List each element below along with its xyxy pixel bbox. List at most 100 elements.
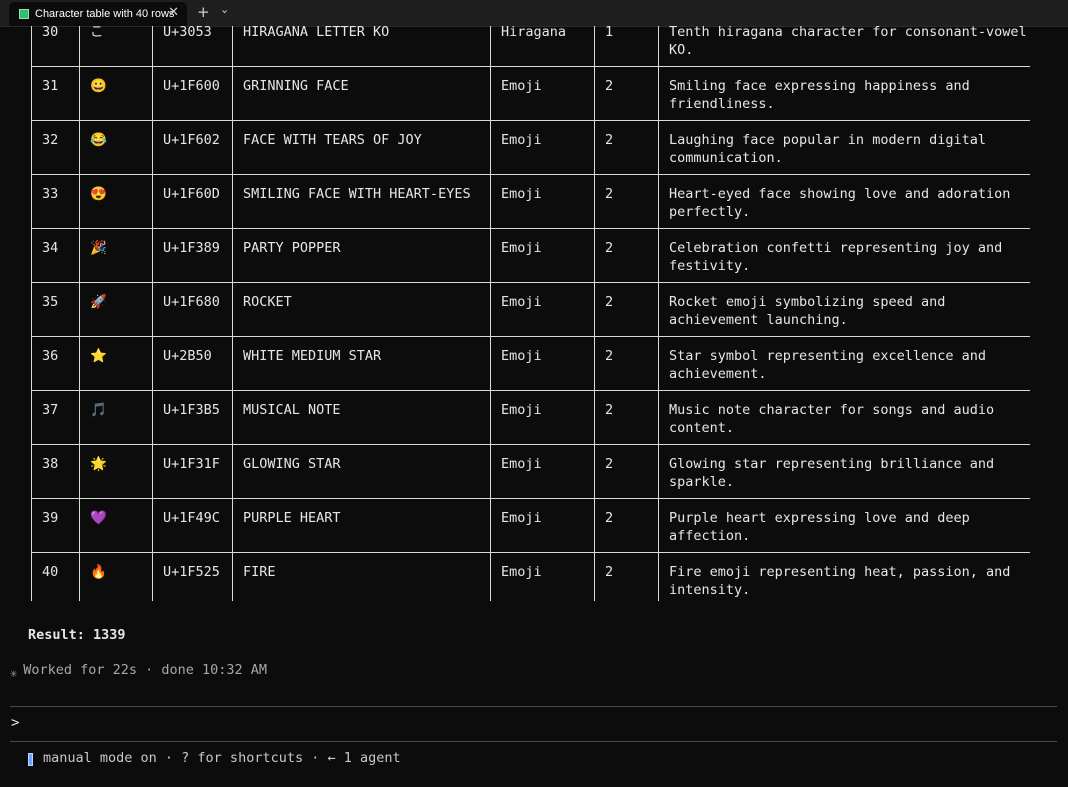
row-number-cell: 31 (31, 66, 80, 121)
table-row: 32 😂 U+1F602 FACE WITH TEARS OF JOY Emoji 2 La… (31, 120, 1030, 175)
unicode-name-cell: GLOWING STAR (232, 444, 491, 499)
tab-character-table[interactable]: Character table with 40 rows ✕ (9, 2, 187, 26)
terminal-tab-icon (19, 9, 29, 19)
worked-text: Worked for 22s · done 10:32 AM (23, 662, 268, 678)
unicode-name-cell: PARTY POPPER (232, 228, 491, 283)
table-row: 40 🔥 U+1F525 FIRE Emoji 2 Fire emoji represent… (31, 552, 1030, 601)
codepoint-cell: U+1F600 (152, 66, 233, 121)
character-glyph-cell: ⭐ (79, 336, 153, 391)
codepoint-cell: U+1F60D (152, 174, 233, 229)
codepoint-cell: U+1F31F (152, 444, 233, 499)
table-row: 30 こ U+3053 HIRAGANA LETTER KO Hiragana 1 Tent… (31, 26, 1030, 67)
prompt-input[interactable]: > (11, 715, 19, 731)
character-glyph-cell: 🚀 (79, 282, 153, 337)
display-width-cell: 2 (594, 336, 659, 391)
category-cell: Emoji (490, 174, 595, 229)
category-cell: Emoji (490, 120, 595, 175)
character-glyph-cell: 🎉 (79, 228, 153, 283)
tab-title: Character table with 40 rows (35, 8, 175, 20)
character-glyph-cell: 🎵 (79, 390, 153, 445)
codepoint-cell: U+1F602 (152, 120, 233, 175)
manual-mode-icon (28, 753, 33, 766)
worked-status: ✳ Worked for 22s · done 10:32 AM (10, 662, 268, 680)
description-cell: Tenth hiragana character for consonant-v… (658, 26, 1030, 67)
description-cell: Rocket emoji symbolizing speed and achie… (658, 282, 1030, 337)
close-icon[interactable]: ✕ (168, 5, 179, 21)
table-row: 35 🚀 U+1F680 ROCKET Emoji 2 Rocket emoji symbo… (31, 282, 1030, 337)
codepoint-cell: U+1F3B5 (152, 390, 233, 445)
display-width-cell: 2 (594, 390, 659, 445)
tab-bar: Character table with 40 rows ✕ + ⌄ (0, 0, 1068, 27)
table-row: 39 💜 U+1F49C PURPLE HEART Emoji 2 Purple heart… (31, 498, 1030, 553)
character-table: 30 こ U+3053 HIRAGANA LETTER KO Hiragana 1 Tent… (31, 26, 1030, 601)
description-cell: Celebration confetti representing joy an… (658, 228, 1030, 283)
result-line: Result: 1339 (28, 627, 126, 643)
character-glyph-cell: こ (79, 26, 153, 67)
description-cell: Fire emoji representing heat, passion, a… (658, 552, 1030, 601)
row-number-cell: 38 (31, 444, 80, 499)
unicode-name-cell: FIRE (232, 552, 491, 601)
unicode-name-cell: WHITE MEDIUM STAR (232, 336, 491, 391)
display-width-cell: 2 (594, 66, 659, 121)
table-row: 33 😍 U+1F60D SMILING FACE WITH HEART-EYES Em… (31, 174, 1030, 229)
table-row: 34 🎉 U+1F389 PARTY POPPER Emoji 2 Celebration … (31, 228, 1030, 283)
prompt-caret-icon: > (11, 715, 20, 731)
unicode-name-cell: GRINNING FACE (232, 66, 491, 121)
description-cell: Smiling face expressing happiness and fr… (658, 66, 1030, 121)
unicode-name-cell: PURPLE HEART (232, 498, 491, 553)
status-bar: manual mode on · ? for shortcuts · ← 1 a… (28, 750, 401, 766)
table-row: 31 😀 U+1F600 GRINNING FACE Emoji 2 Smiling fac… (31, 66, 1030, 121)
codepoint-cell: U+3053 (152, 26, 233, 67)
unicode-name-cell: ROCKET (232, 282, 491, 337)
display-width-cell: 2 (594, 498, 659, 553)
row-number-cell: 33 (31, 174, 80, 229)
category-cell: Emoji (490, 552, 595, 601)
description-cell: Laughing face popular in modern digital … (658, 120, 1030, 175)
row-number-cell: 36 (31, 336, 80, 391)
category-cell: Emoji (490, 282, 595, 337)
category-cell: Emoji (490, 336, 595, 391)
display-width-cell: 2 (594, 552, 659, 601)
codepoint-cell: U+1F680 (152, 282, 233, 337)
table-row: 36 ⭐ U+2B50 WHITE MEDIUM STAR Emoji 2 Star sym… (31, 336, 1030, 391)
row-number-cell: 30 (31, 26, 80, 67)
character-glyph-cell: 😍 (79, 174, 153, 229)
display-width-cell: 2 (594, 174, 659, 229)
unicode-name-cell: MUSICAL NOTE (232, 390, 491, 445)
new-tab-plus-icon[interactable]: + (197, 3, 210, 21)
character-glyph-cell: 😀 (79, 66, 153, 121)
category-cell: Emoji (490, 498, 595, 553)
codepoint-cell: U+1F49C (152, 498, 233, 553)
codepoint-cell: U+1F389 (152, 228, 233, 283)
status-text: manual mode on · ? for shortcuts · ← 1 a… (43, 750, 401, 766)
description-cell: Glowing star representing brilliance and… (658, 444, 1030, 499)
unicode-name-cell: FACE WITH TEARS OF JOY (232, 120, 491, 175)
unicode-name-cell: HIRAGANA LETTER KO (232, 26, 491, 67)
display-width-cell: 2 (594, 444, 659, 499)
category-cell: Emoji (490, 228, 595, 283)
display-width-cell: 2 (594, 120, 659, 175)
spinner-asterisk-icon: ✳ (10, 666, 18, 680)
category-cell: Emoji (490, 444, 595, 499)
table-row: 38 🌟 U+1F31F GLOWING STAR Emoji 2 Glowing star… (31, 444, 1030, 499)
character-glyph-cell: 😂 (79, 120, 153, 175)
row-number-cell: 37 (31, 390, 80, 445)
display-width-cell: 2 (594, 228, 659, 283)
divider-bottom (10, 741, 1057, 742)
row-number-cell: 35 (31, 282, 80, 337)
chevron-down-icon[interactable]: ⌄ (220, 2, 229, 18)
description-cell: Star symbol representing excellence and … (658, 336, 1030, 391)
display-width-cell: 2 (594, 282, 659, 337)
display-width-cell: 1 (594, 26, 659, 67)
character-table-viewport[interactable]: 30 こ U+3053 HIRAGANA LETTER KO Hiragana 1 Tent… (31, 26, 1030, 601)
category-cell: Emoji (490, 66, 595, 121)
codepoint-cell: U+1F525 (152, 552, 233, 601)
description-cell: Music note character for songs and audio… (658, 390, 1030, 445)
codepoint-cell: U+2B50 (152, 336, 233, 391)
description-cell: Heart-eyed face showing love and adorati… (658, 174, 1030, 229)
category-cell: Hiragana (490, 26, 595, 67)
row-number-cell: 40 (31, 552, 80, 601)
row-number-cell: 34 (31, 228, 80, 283)
character-glyph-cell: 🌟 (79, 444, 153, 499)
category-cell: Emoji (490, 390, 595, 445)
